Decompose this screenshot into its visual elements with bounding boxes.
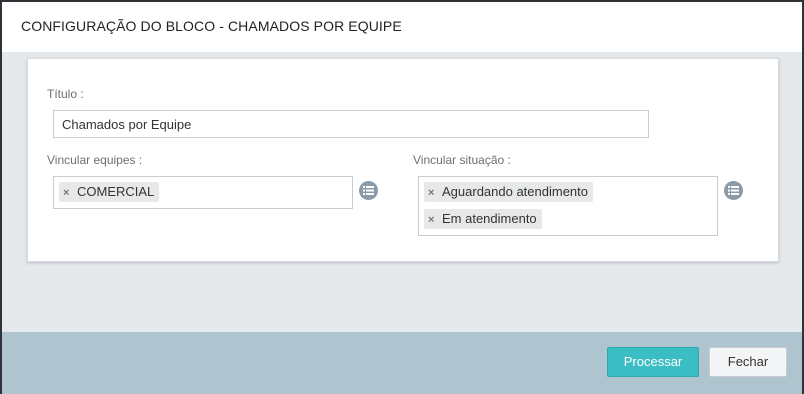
status-chip-label: Em atendimento: [442, 211, 537, 226]
status-label: Vincular situação :: [413, 153, 511, 167]
status-multiselect[interactable]: × Aguardando atendimento × Em atendimento: [418, 176, 718, 236]
teams-multiselect[interactable]: × COMERCIAL: [53, 176, 353, 209]
status-chip-label: Aguardando atendimento: [442, 184, 589, 199]
team-chip-label: COMERCIAL: [77, 184, 155, 199]
process-button[interactable]: Processar: [607, 347, 699, 377]
remove-chip-icon[interactable]: ×: [428, 210, 438, 230]
dialog-footer: Processar Fechar: [2, 332, 802, 394]
title-input[interactable]: [53, 110, 649, 138]
config-dialog: CONFIGURAÇÃO DO BLOCO - CHAMADOS POR EQU…: [0, 0, 804, 394]
title-label: Título :: [47, 87, 84, 101]
list-icon: [363, 186, 374, 195]
dialog-header: CONFIGURAÇÃO DO BLOCO - CHAMADOS POR EQU…: [2, 2, 802, 53]
dialog-title: CONFIGURAÇÃO DO BLOCO - CHAMADOS POR EQU…: [21, 18, 402, 34]
status-chip: × Aguardando atendimento: [424, 182, 594, 203]
form-card: Título : Vincular equipes : × COMERCIAL: [27, 58, 779, 262]
teams-label: Vincular equipes :: [47, 153, 143, 167]
close-button[interactable]: Fechar: [709, 347, 787, 377]
remove-chip-icon[interactable]: ×: [428, 183, 438, 203]
status-list-button[interactable]: [724, 181, 743, 200]
list-icon: [728, 186, 739, 195]
team-chip: × COMERCIAL: [59, 182, 160, 203]
dialog-body: Título : Vincular equipes : × COMERCIAL: [2, 53, 802, 332]
remove-chip-icon[interactable]: ×: [63, 183, 73, 203]
teams-list-button[interactable]: [359, 181, 378, 200]
status-chip: × Em atendimento: [424, 209, 542, 229]
